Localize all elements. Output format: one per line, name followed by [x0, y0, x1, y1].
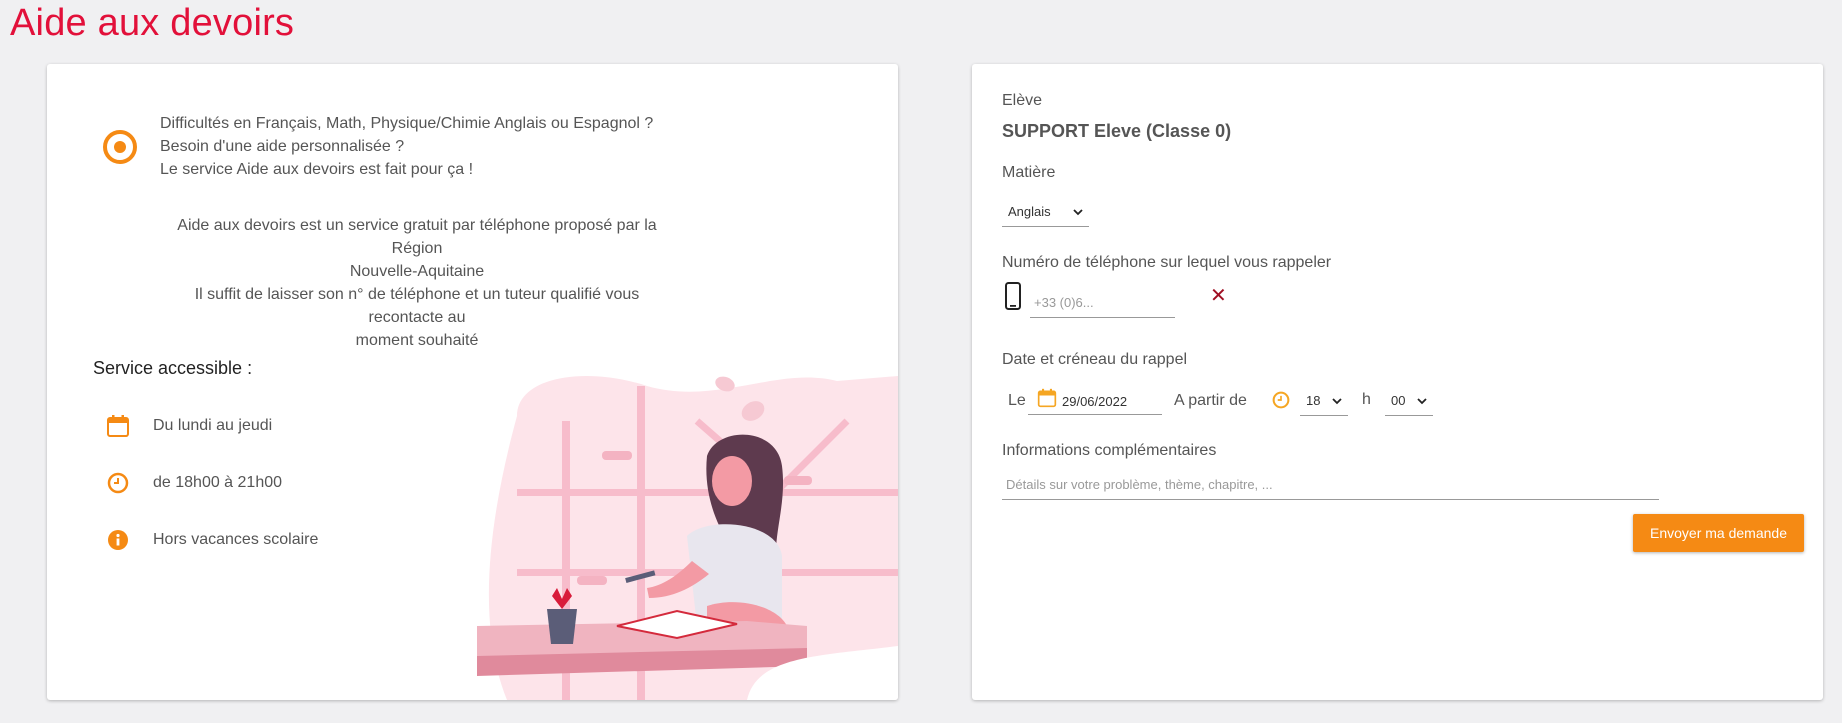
date-value: 29/06/2022 — [1062, 394, 1128, 409]
student-illustration — [477, 376, 898, 700]
description-line-3: Il suffit de laisser son n° de téléphone… — [194, 286, 640, 326]
service-item-hours: de 18h00 à 21h00 — [105, 470, 282, 496]
subject-select[interactable]: Anglais — [1002, 197, 1089, 227]
date-section-label: Date et créneau du rappel — [1002, 351, 1188, 368]
hour-separator: h — [1362, 391, 1371, 408]
target-icon — [103, 130, 137, 164]
date-prefix-label: Le — [1008, 392, 1026, 409]
hour-select[interactable]: 18 — [1300, 386, 1348, 416]
clock-icon — [1272, 391, 1290, 409]
student-label: Elève — [1002, 92, 1043, 109]
calendar-icon — [1037, 388, 1057, 408]
chevron-down-icon — [1417, 397, 1427, 404]
service-item-holidays: Hors vacances scolaire — [105, 527, 318, 553]
calendar-icon — [105, 413, 131, 439]
phone-icon — [1005, 282, 1021, 310]
student-name: SUPPORT Eleve (Classe 0) — [1002, 121, 1232, 141]
phone-input[interactable]: +33 (0)6... — [1030, 288, 1175, 318]
chevron-down-icon — [1073, 208, 1083, 215]
subject-label: Matière — [1002, 164, 1056, 181]
minute-select[interactable]: 00 — [1385, 386, 1433, 416]
page-title: Aide aux devoirs — [10, 2, 295, 44]
clock-icon — [105, 470, 131, 496]
intro-line-3: Le service Aide aux devoirs est fait pou… — [160, 161, 474, 178]
service-item-label: Hors vacances scolaire — [153, 531, 319, 548]
from-label: A partir de — [1174, 392, 1247, 409]
intro-line-2: Besoin d'une aide personnalisée ? — [160, 138, 405, 155]
phone-label: Numéro de téléphone sur lequel vous rapp… — [1002, 254, 1332, 271]
request-form-card: Elève SUPPORT Eleve (Classe 0) Matière A… — [972, 64, 1823, 700]
service-item-label: Du lundi au jeudi — [153, 417, 273, 434]
additional-info-input[interactable]: Détails sur votre problème, thème, chapi… — [1002, 470, 1659, 500]
service-item-label: de 18h00 à 21h00 — [153, 474, 283, 491]
hour-select-value: 18 — [1306, 393, 1321, 408]
intro-text: Difficultés en Français, Math, Physique/… — [160, 112, 653, 181]
info-icon — [105, 527, 131, 553]
info-card: Difficultés en Français, Math, Physique/… — [47, 64, 898, 700]
clear-phone-button[interactable]: ✕ — [1210, 283, 1227, 308]
chevron-down-icon — [1332, 397, 1342, 404]
service-item-days: Du lundi au jeudi — [105, 413, 272, 439]
service-heading: Service accessible : — [93, 358, 253, 378]
additional-info-label: Informations complémentaires — [1002, 442, 1217, 459]
intro-line-1: Difficultés en Français, Math, Physique/… — [160, 115, 654, 132]
minute-select-value: 00 — [1391, 393, 1406, 408]
description-line-1: Aide aux devoirs est un service gratuit … — [177, 217, 657, 257]
description-line-2: Nouvelle-Aquitaine — [349, 263, 485, 280]
subject-select-value: Anglais — [1008, 204, 1051, 219]
submit-request-button[interactable]: Envoyer ma demande — [1633, 514, 1804, 552]
